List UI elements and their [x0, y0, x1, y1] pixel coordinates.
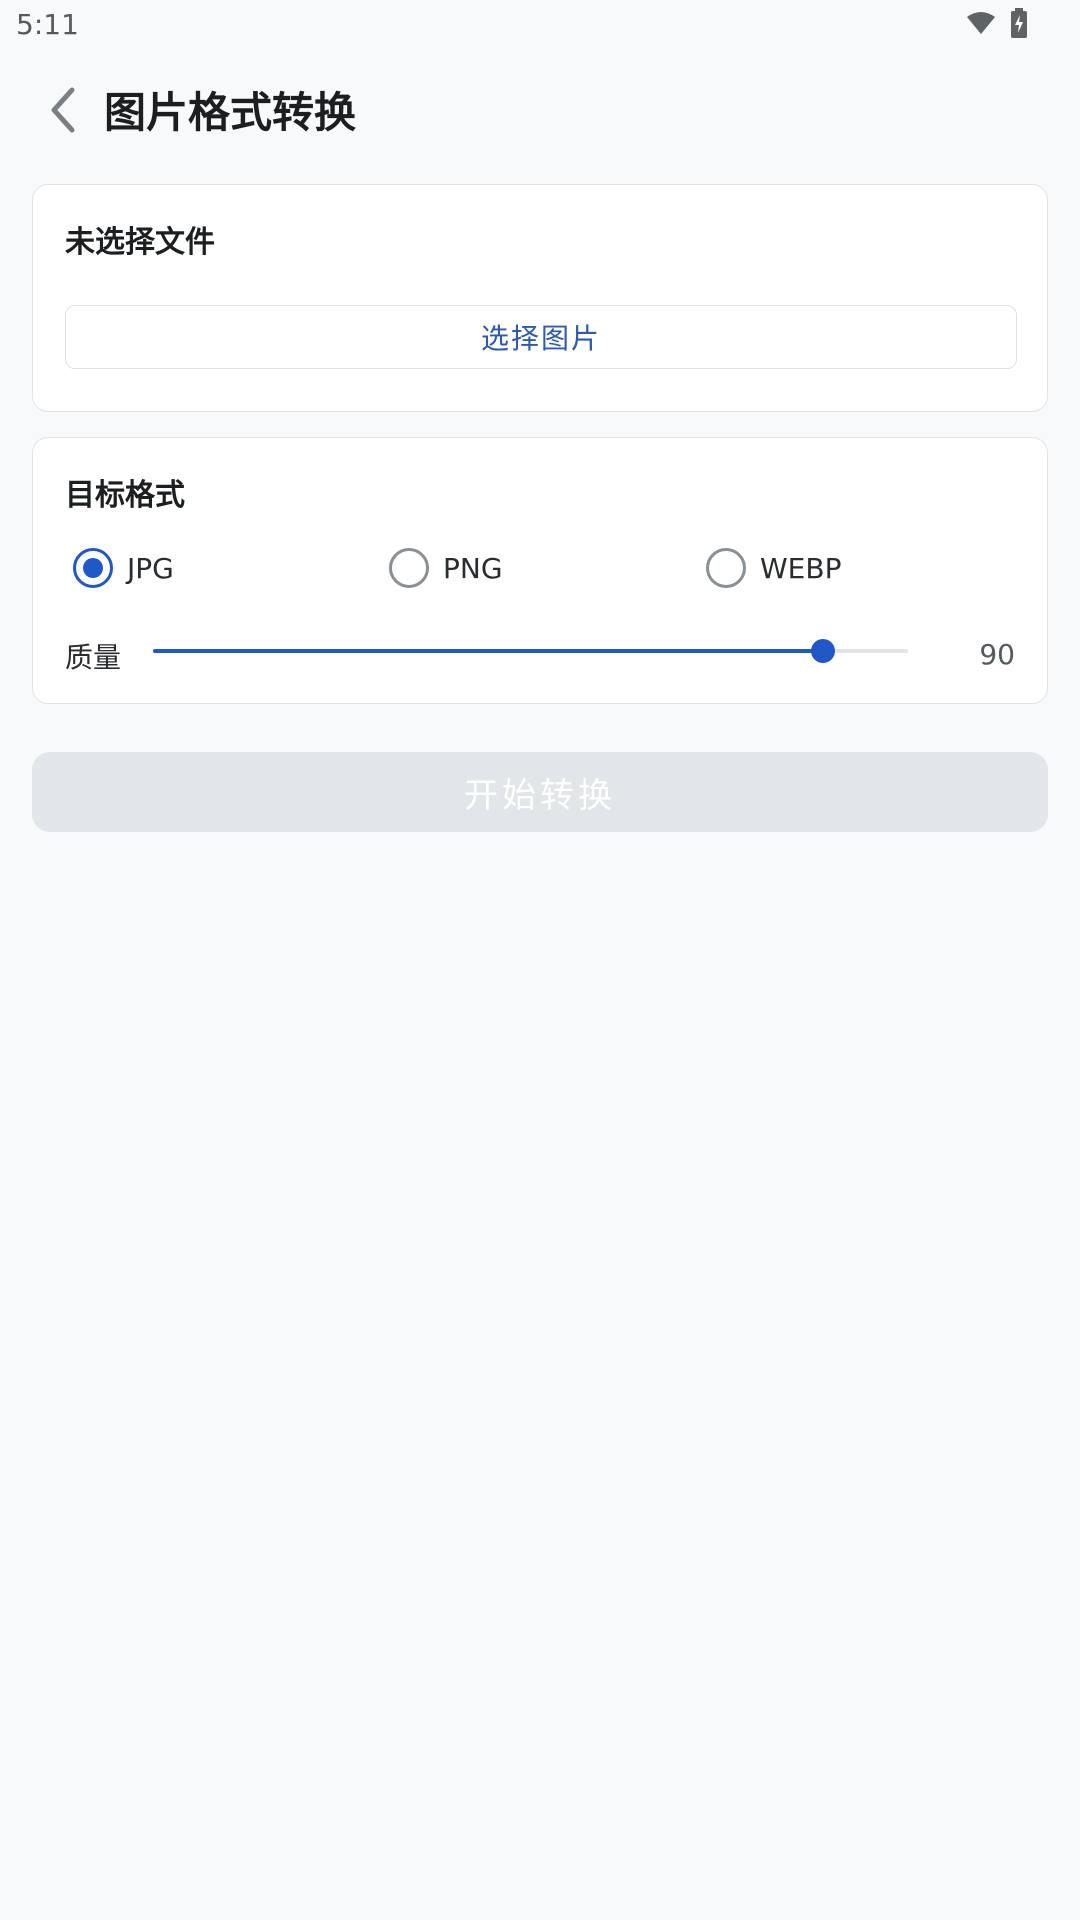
- format-option-label: PNG: [443, 551, 503, 585]
- battery-charging-icon: [1010, 8, 1028, 42]
- radio-unchecked-icon: [706, 548, 746, 588]
- file-card: 未选择文件 选择图片: [32, 184, 1048, 412]
- radio-checked-icon: [73, 548, 113, 588]
- radio-unchecked-icon: [389, 548, 429, 588]
- wifi-icon: [966, 11, 996, 39]
- format-radio-group: JPG PNG WEBP: [73, 544, 1013, 592]
- back-button[interactable]: [38, 82, 88, 142]
- format-option-jpg[interactable]: JPG: [73, 544, 174, 592]
- format-option-webp[interactable]: WEBP: [706, 544, 841, 592]
- app-bar: 图片格式转换: [0, 60, 1080, 160]
- status-time: 5:11: [16, 8, 79, 41]
- chevron-left-icon: [48, 86, 78, 138]
- format-option-png[interactable]: PNG: [389, 544, 503, 592]
- status-bar: 5:11: [0, 0, 1080, 50]
- format-option-label: JPG: [127, 551, 174, 585]
- format-card: 目标格式 JPG PNG WEBP 质量 90: [32, 437, 1048, 704]
- status-icons: [966, 8, 1028, 42]
- slider-fill: [153, 649, 823, 653]
- target-format-title: 目标格式: [65, 478, 185, 513]
- start-conversion-button[interactable]: 开始转换: [32, 752, 1048, 832]
- quality-label: 质量: [65, 641, 122, 674]
- page-title: 图片格式转换: [104, 88, 357, 137]
- format-option-label: WEBP: [760, 551, 842, 585]
- quality-value: 90: [979, 638, 1015, 671]
- select-image-button[interactable]: 选择图片: [65, 305, 1017, 369]
- slider-thumb[interactable]: [810, 639, 835, 663]
- quality-slider[interactable]: [153, 631, 908, 671]
- file-status-text: 未选择文件: [65, 225, 215, 260]
